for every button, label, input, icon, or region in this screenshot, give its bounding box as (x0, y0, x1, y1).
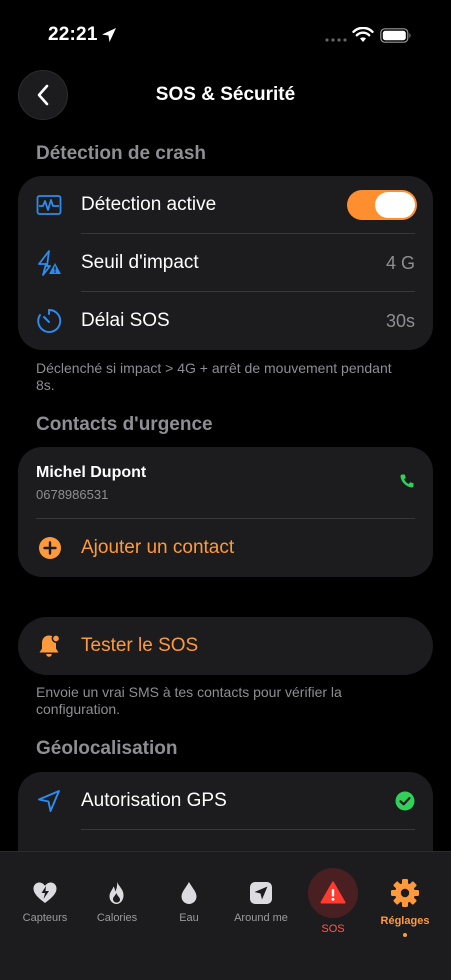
location-arrow-icon (38, 790, 60, 812)
wifi-icon (352, 27, 374, 42)
sos-security-screen: 22:21 SOS & Sécurité Détection de crash (0, 0, 451, 980)
page-title: SOS & Sécurité (155, 84, 296, 105)
tab-eau[interactable]: Eau (154, 852, 224, 952)
location-arrow-icon (102, 28, 116, 42)
sos-delay-label: Délai SOS (81, 310, 170, 331)
status-bar: 22:21 (0, 0, 451, 64)
gps-authorization-label: Autorisation GPS (81, 790, 227, 811)
test-sos-footnote: Envoie un vrai SMS à tes contacts pour v… (36, 684, 342, 717)
row-impact-threshold[interactable]: Seuil d'impact 4 G (18, 234, 433, 292)
selected-indicator (403, 933, 407, 937)
toggle-knob (375, 192, 415, 218)
contact-phone: 0678986531 (36, 487, 109, 502)
tab-calories[interactable]: Calories (82, 852, 152, 952)
tab-label: SOS (321, 923, 345, 935)
tab-around-me[interactable]: Around me (226, 852, 296, 952)
tab-sos[interactable]: SOS (298, 852, 368, 952)
section-title-geolocation: Géolocalisation (36, 738, 178, 759)
detection-active-label: Détection active (81, 194, 217, 215)
contact-row[interactable]: Michel Dupont 0678986531 (18, 447, 433, 518)
row-gps-authorization[interactable]: Autorisation GPS (18, 772, 433, 830)
section-title-crash: Détection de crash (36, 143, 206, 164)
row-detection-active[interactable]: Détection active (18, 176, 433, 234)
warning-icon (320, 881, 346, 904)
gear-icon (391, 879, 419, 907)
impact-bolt-icon (38, 250, 61, 276)
tab-reglages[interactable]: Réglages (370, 852, 440, 952)
tab-label: Calories (96, 912, 138, 924)
detection-active-toggle[interactable] (347, 190, 417, 220)
test-sos-button[interactable]: Tester le SOS (18, 617, 433, 675)
tab-label: Réglages (380, 915, 430, 927)
check-circle-icon (395, 791, 415, 811)
navigation-icon (250, 882, 272, 904)
tab-capteurs[interactable]: Capteurs (10, 852, 80, 952)
divider (81, 829, 415, 830)
contact-name: Michel Dupont (36, 464, 147, 481)
status-time: 22:21 (48, 24, 98, 45)
add-contact-button[interactable]: Ajouter un contact (18, 519, 433, 577)
flame-icon (109, 881, 124, 904)
cellular-signal-icon (325, 38, 347, 42)
row-sos-delay[interactable]: Délai SOS 30s (18, 292, 433, 350)
phone-icon[interactable] (399, 473, 415, 489)
impact-threshold-label: Seuil d'impact (81, 252, 199, 273)
plus-circle-icon (39, 537, 61, 559)
tab-label: Capteurs (22, 912, 68, 924)
heart-bolt-icon (33, 882, 57, 903)
impact-threshold-value: 4 G (385, 253, 415, 273)
waveform-icon (36, 195, 62, 215)
tab-bar: Capteurs Calories Eau Around me SOS Régl… (0, 851, 451, 980)
crash-footnote: Déclenché si impact > 4G + arrêt de mouv… (36, 360, 392, 393)
test-sos-row: Tester le SOS (18, 617, 433, 675)
drop-icon (181, 882, 197, 904)
tab-label: Eau (179, 912, 199, 924)
bell-icon (39, 634, 61, 657)
test-sos-label: Tester le SOS (81, 635, 199, 656)
sos-delay-value: 30s (385, 311, 415, 331)
crash-detection-card: Détection active Seuil d'impact 4 G Déla… (18, 176, 433, 350)
tab-label: Around me (234, 912, 288, 924)
emergency-contacts-card: Michel Dupont 0678986531 Ajouter un cont… (18, 447, 433, 577)
battery-icon (380, 28, 411, 43)
section-title-contacts: Contacts d'urgence (36, 414, 213, 435)
timer-icon (37, 309, 62, 333)
add-contact-label: Ajouter un contact (81, 537, 235, 558)
